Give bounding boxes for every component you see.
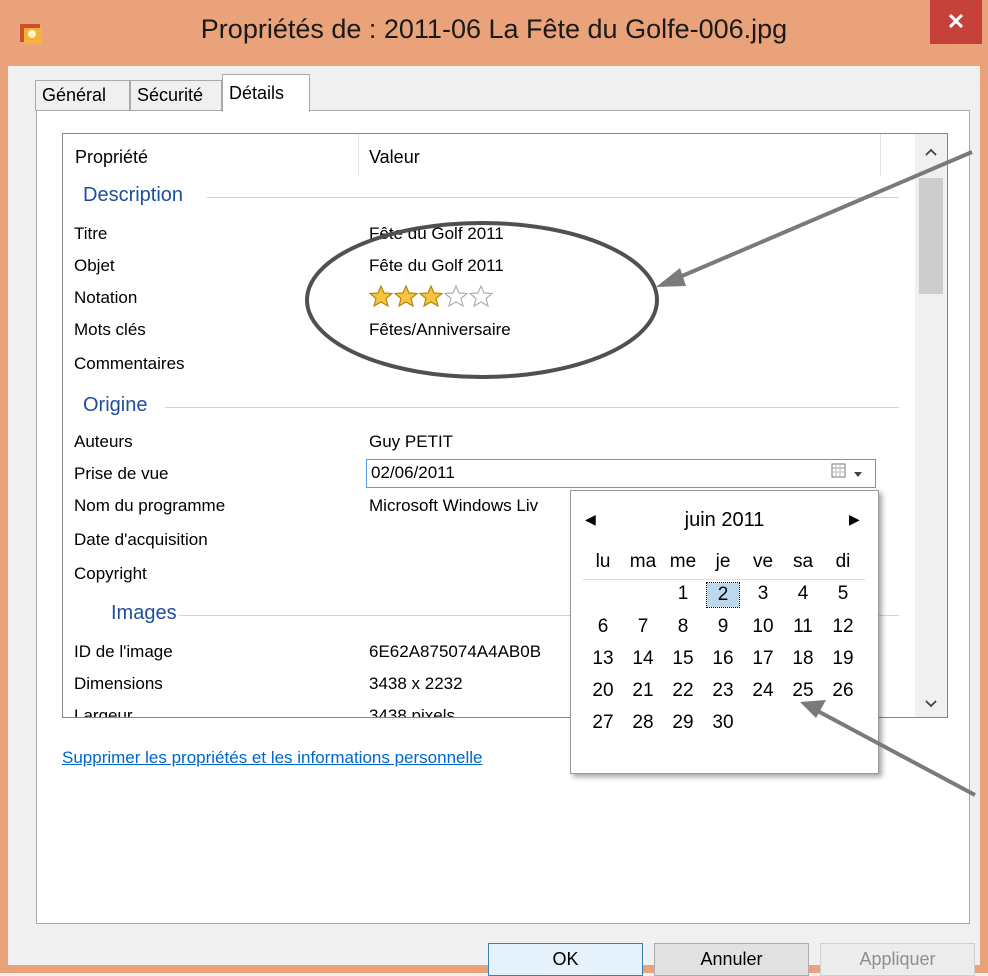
star-filled-icon[interactable] bbox=[393, 284, 419, 308]
calendar-day[interactable]: 5 bbox=[823, 583, 863, 605]
calendar-day[interactable]: 23 bbox=[703, 680, 743, 702]
group-divider bbox=[207, 197, 899, 198]
weekday-label: ve bbox=[752, 551, 774, 572]
weekday-label: lu bbox=[595, 551, 611, 572]
ok-button[interactable]: OK bbox=[488, 943, 643, 976]
calendar-day[interactable]: 19 bbox=[823, 648, 863, 670]
property-value-largeur[interactable]: 3438 pixels bbox=[369, 706, 455, 717]
star-filled-icon[interactable] bbox=[368, 284, 394, 308]
property-name: Notation bbox=[74, 288, 138, 307]
calendar-day[interactable]: 30 bbox=[703, 712, 743, 734]
calendar-day[interactable]: 10 bbox=[743, 616, 783, 638]
calendar-day[interactable]: 20 bbox=[583, 680, 623, 702]
star-empty-icon[interactable] bbox=[468, 284, 494, 308]
calendar-day[interactable]: 28 bbox=[623, 712, 663, 734]
scrollbar-thumb[interactable] bbox=[919, 178, 943, 294]
property-value-objet[interactable]: Fête du Golf 2011 bbox=[369, 256, 504, 276]
calendar-month-label[interactable]: juin 2011 bbox=[571, 509, 878, 532]
chevron-down-icon[interactable] bbox=[915, 690, 947, 717]
calendar-day-selected[interactable]: 2 bbox=[706, 582, 740, 608]
weekday-label: sa bbox=[792, 551, 814, 572]
prise-de-vue-date-field[interactable]: 02/06/2011 bbox=[366, 459, 876, 488]
property-name: Auteurs bbox=[74, 432, 133, 451]
calendar-day[interactable]: 17 bbox=[743, 648, 783, 670]
remove-properties-link[interactable]: Supprimer les propriétés et les informat… bbox=[62, 748, 482, 768]
property-name: ID de l'image bbox=[74, 642, 173, 661]
group-header-description: Description bbox=[83, 184, 184, 206]
calendar-day[interactable]: 4 bbox=[783, 583, 823, 605]
calendar-day[interactable]: 22 bbox=[663, 680, 703, 702]
property-name: Date d'acquisition bbox=[74, 530, 208, 549]
calendar-day[interactable]: 8 bbox=[663, 616, 703, 638]
calendar-day[interactable]: 29 bbox=[663, 712, 703, 734]
chevron-down-icon bbox=[853, 465, 863, 483]
next-month-button[interactable]: ▶ bbox=[849, 511, 860, 528]
weekday-divider bbox=[583, 579, 865, 580]
calendar-day[interactable]: 14 bbox=[623, 648, 663, 670]
date-value[interactable]: 02/06/2011 bbox=[371, 463, 455, 483]
star-empty-icon[interactable] bbox=[443, 284, 469, 308]
property-name: Nom du programme bbox=[74, 496, 226, 515]
calendar-day[interactable]: 11 bbox=[783, 616, 823, 638]
close-icon: ✕ bbox=[946, 9, 966, 34]
calendar-day[interactable]: 26 bbox=[823, 680, 863, 702]
weekday-label: me bbox=[669, 551, 697, 572]
calendar-day[interactable]: 27 bbox=[583, 712, 623, 734]
calendar-dropdown-button[interactable] bbox=[819, 460, 875, 487]
calendar-day[interactable]: 24 bbox=[743, 680, 783, 702]
property-value-programme[interactable]: Microsoft Windows Liv bbox=[369, 496, 538, 516]
chevron-up-icon[interactable] bbox=[915, 138, 947, 166]
cancel-button[interactable]: Annuler bbox=[654, 943, 809, 976]
tab-details[interactable]: Détails bbox=[222, 74, 310, 112]
calendar-day[interactable]: 13 bbox=[583, 648, 623, 670]
window-title: Propriétés de : 2011-06 La Fête du Golfe… bbox=[200, 14, 788, 44]
group-header-origine: Origine bbox=[83, 394, 148, 416]
property-value-mots-cles[interactable]: Fêtes/Anniversaire bbox=[369, 320, 511, 340]
property-name: Commentaires bbox=[74, 354, 185, 373]
weekday-label: ma bbox=[629, 551, 657, 572]
calendar-day[interactable]: 16 bbox=[703, 648, 743, 670]
star-filled-icon[interactable] bbox=[418, 284, 444, 308]
calendar-day[interactable]: 6 bbox=[583, 616, 623, 638]
property-name: Titre bbox=[74, 224, 108, 243]
property-value-titre[interactable]: Fête du Golf 2011 bbox=[369, 224, 504, 244]
calendar-day[interactable]: 1 bbox=[663, 583, 703, 605]
apply-button[interactable]: Appliquer bbox=[820, 943, 975, 976]
property-value-dimensions[interactable]: 3438 x 2232 bbox=[369, 674, 463, 694]
weekday-label: je bbox=[715, 551, 731, 572]
property-name: Copyright bbox=[74, 564, 147, 583]
calendar-day[interactable]: 21 bbox=[623, 680, 663, 702]
column-header-value[interactable]: Valeur bbox=[359, 134, 881, 176]
weekday-label: di bbox=[835, 551, 851, 572]
rating-stars[interactable] bbox=[368, 284, 494, 312]
property-name: Mots clés bbox=[74, 320, 146, 339]
property-name: Dimensions bbox=[74, 674, 163, 693]
property-value-auteurs[interactable]: Guy PETIT bbox=[369, 432, 453, 452]
property-value-id-image[interactable]: 6E62A875074A4AB0B bbox=[369, 642, 541, 662]
property-name: Prise de vue bbox=[74, 464, 169, 483]
calendar-day[interactable]: 3 bbox=[743, 583, 783, 605]
close-button[interactable]: ✕ bbox=[930, 0, 982, 44]
calendar-day[interactable]: 9 bbox=[703, 616, 743, 638]
calendar-icon bbox=[831, 463, 853, 484]
group-header-images: Images bbox=[111, 602, 177, 624]
column-header-property[interactable]: Propriété bbox=[63, 134, 359, 176]
property-name: Objet bbox=[74, 256, 115, 275]
calendar-day[interactable]: 7 bbox=[623, 616, 663, 638]
calendar-day[interactable]: 25 bbox=[783, 680, 823, 702]
title-bar[interactable]: Propriétés de : 2011-06 La Fête du Golfe… bbox=[0, 0, 988, 66]
group-divider bbox=[165, 407, 899, 408]
property-name: Largeur bbox=[74, 706, 133, 718]
calendar-day[interactable]: 15 bbox=[663, 648, 703, 670]
calendar-day[interactable]: 18 bbox=[783, 648, 823, 670]
calendar-day[interactable]: 12 bbox=[823, 616, 863, 638]
tab-securite[interactable]: Sécurité bbox=[130, 80, 222, 111]
tab-general[interactable]: Général bbox=[35, 80, 130, 111]
calendar-popup[interactable]: ◀ juin 2011 ▶ lu ma me je ve sa di 1 2 3 4 5 6 7 8 9 10 1… bbox=[570, 490, 879, 774]
